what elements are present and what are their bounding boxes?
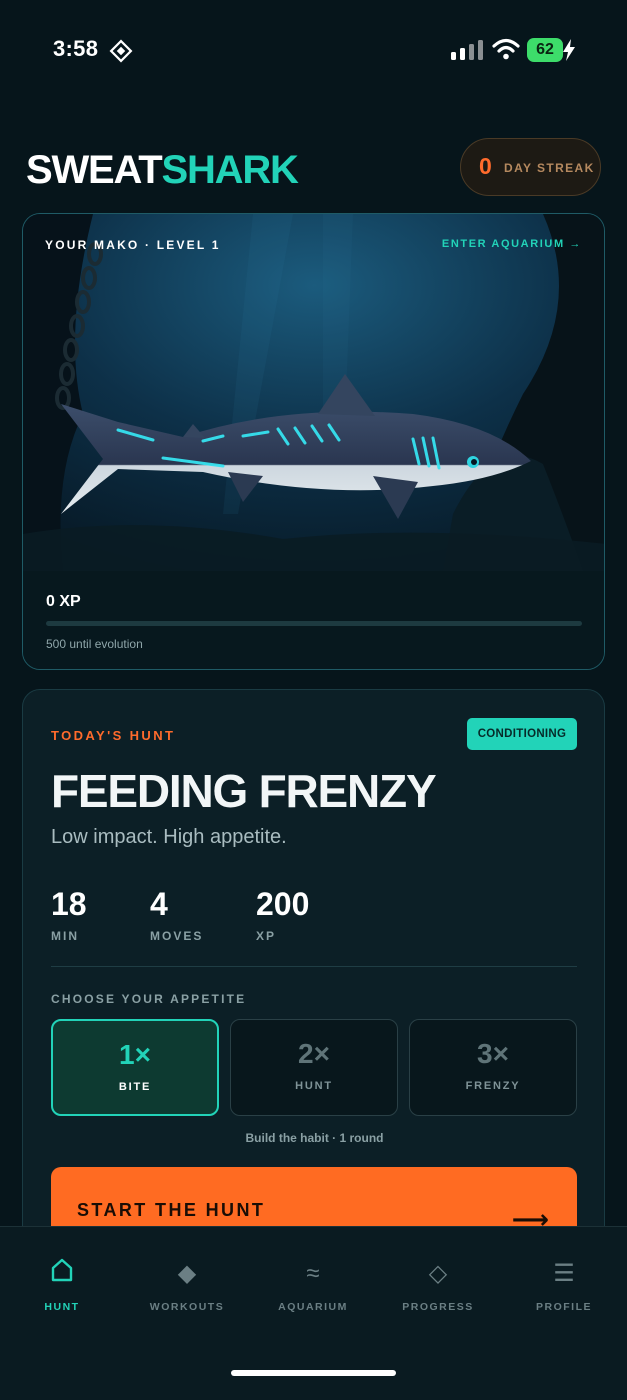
- stat-value: 200: [256, 886, 310, 922]
- logo-text-sweat: SWEAT: [26, 148, 163, 192]
- stat-moves: 4 MOVES: [150, 886, 203, 943]
- evolution-note: 500 until evolution: [46, 637, 143, 651]
- diamond-filled-icon: ◆: [177, 1260, 197, 1287]
- diamond-outline-icon: ◇: [428, 1260, 448, 1287]
- appetite-heading: CHOOSE YOUR APPETITE: [51, 992, 247, 1006]
- wifi-icon: [492, 38, 520, 60]
- battery-icon: 62: [527, 38, 563, 62]
- streak-label: DAY STREAK: [504, 161, 595, 175]
- appetite-note: Build the habit · 1 round: [245, 1131, 384, 1145]
- stat-value: 4: [150, 886, 168, 922]
- tab-label: AQUARIUM: [278, 1301, 348, 1313]
- workout-title: FEEDING FRENZY: [51, 765, 437, 817]
- tab-workouts[interactable]: ◆ WORKOUTS: [132, 1257, 242, 1313]
- header: SWEATSHARK 0 DAY STREAK: [26, 138, 601, 198]
- day-streak-badge[interactable]: 0 DAY STREAK: [460, 138, 601, 196]
- appetite-multiplier: 1×: [119, 1039, 151, 1070]
- xp-value: 0 XP: [46, 593, 81, 610]
- mako-level-label: YOUR MAKO · LEVEL 1: [45, 238, 221, 252]
- tab-profile[interactable]: ☰ PROFILE: [509, 1257, 619, 1313]
- tab-progress[interactable]: ◇ PROGRESS: [383, 1257, 493, 1313]
- status-time: 3:58: [53, 36, 99, 61]
- menu-icon: ☰: [553, 1260, 575, 1287]
- tab-label: PROGRESS: [402, 1301, 474, 1313]
- focus-icon: [109, 39, 133, 63]
- stat-xp: 200 XP: [256, 886, 309, 943]
- category-badge: CONDITIONING: [467, 718, 577, 750]
- app-logo: SWEATSHARK: [26, 148, 299, 193]
- status-bar: 3:58 62: [0, 0, 627, 100]
- workout-subtitle: Low impact. High appetite.: [51, 826, 287, 848]
- xp-section: 0 XP 500 until evolution: [23, 571, 604, 669]
- appetite-option-bite[interactable]: 1× BITE: [51, 1019, 219, 1116]
- appetite-name: HUNT: [295, 1080, 333, 1092]
- appetite-name: BITE: [118, 1081, 152, 1093]
- battery-level: 62: [536, 41, 554, 58]
- enter-aquarium-link[interactable]: ENTER AQUARIUM →: [442, 238, 582, 250]
- divider: [51, 966, 577, 967]
- tab-label: WORKOUTS: [149, 1301, 225, 1313]
- stat-label: MOVES: [150, 929, 204, 943]
- tab-label: HUNT: [44, 1301, 80, 1313]
- streak-count: 0: [479, 153, 492, 179]
- home-indicator: [231, 1370, 396, 1376]
- tab-aquarium[interactable]: ≈ AQUARIUM: [258, 1257, 368, 1313]
- stat-value: 18: [51, 886, 87, 922]
- start-hunt-label: START THE HUNT: [77, 1200, 266, 1220]
- appetite-name: FRENZY: [465, 1080, 521, 1092]
- tab-hunt[interactable]: HUNT: [7, 1257, 117, 1313]
- appetite-option-frenzy[interactable]: 3× FRENZY: [409, 1019, 577, 1116]
- mako-shark-illustration: [23, 214, 604, 571]
- charging-bolt-icon: [563, 39, 575, 61]
- appetite-multiplier: 3×: [477, 1038, 509, 1069]
- cellular-signal-icon: [451, 40, 483, 60]
- stat-label: XP: [256, 929, 277, 943]
- todays-hunt-label: TODAY'S HUNT: [51, 728, 176, 743]
- todays-hunt-card: TODAY'S HUNT CONDITIONING FEEDING FRENZY…: [22, 689, 605, 1309]
- appetite-option-hunt[interactable]: 2× HUNT: [230, 1019, 398, 1116]
- waves-icon: ≈: [306, 1260, 320, 1287]
- mako-card[interactable]: YOUR MAKO · LEVEL 1 ENTER AQUARIUM → 0 X…: [22, 213, 605, 670]
- tab-label: PROFILE: [535, 1301, 592, 1313]
- appetite-multiplier: 2×: [298, 1038, 330, 1069]
- stat-label: MIN: [51, 929, 79, 943]
- xp-progress-bar: [46, 621, 582, 626]
- logo-text-shark: SHARK: [161, 148, 298, 192]
- stat-duration: 18 MIN: [51, 886, 87, 943]
- home-icon: [7, 1257, 117, 1291]
